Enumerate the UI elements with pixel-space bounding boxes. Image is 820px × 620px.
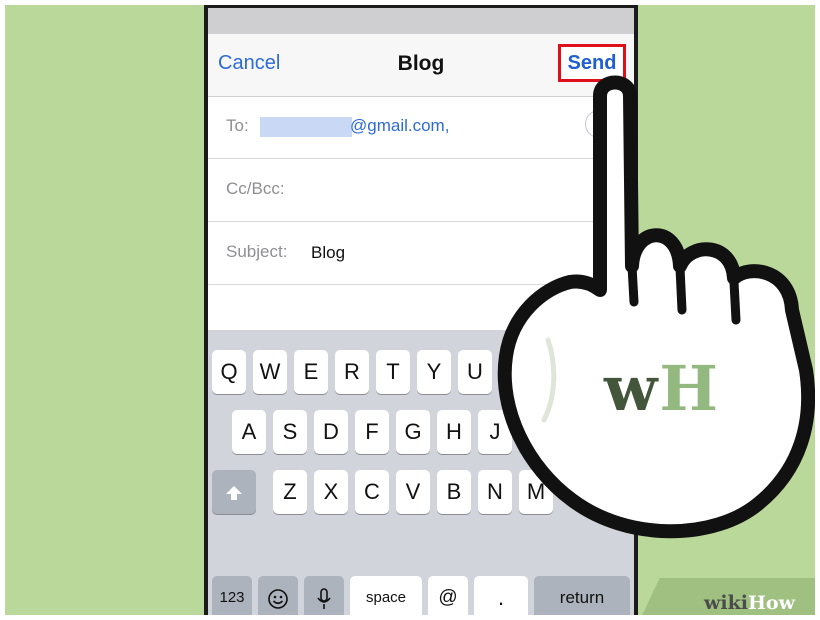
key-v[interactable]: V: [396, 470, 430, 514]
to-label: To:: [226, 116, 249, 135]
key-f[interactable]: F: [355, 410, 389, 454]
key-t[interactable]: T: [376, 350, 410, 394]
logo-w: w: [604, 352, 660, 425]
key-h[interactable]: H: [437, 410, 471, 454]
at-key[interactable]: @: [428, 576, 468, 620]
key-w[interactable]: W: [253, 350, 287, 394]
key-b[interactable]: B: [437, 470, 471, 514]
dot-key[interactable]: .: [474, 576, 528, 620]
key-u[interactable]: U: [458, 350, 492, 394]
watermark-wiki: wiki: [704, 592, 748, 614]
numbers-key[interactable]: 123: [212, 576, 252, 620]
tapping-hand-illustration: [497, 75, 816, 539]
shift-key[interactable]: [212, 470, 256, 514]
key-a[interactable]: A: [232, 410, 266, 454]
subject-value[interactable]: Blog: [311, 243, 345, 263]
subject-label: Subject:: [226, 242, 288, 261]
status-strip: [208, 8, 634, 34]
emoji-key[interactable]: [258, 576, 298, 620]
key-r[interactable]: R: [335, 350, 369, 394]
key-g[interactable]: G: [396, 410, 430, 454]
key-z[interactable]: Z: [273, 470, 307, 514]
cc-bcc-label: Cc/Bcc:: [226, 179, 285, 198]
key-s[interactable]: S: [273, 410, 307, 454]
key-e[interactable]: E: [294, 350, 328, 394]
emoji-icon: [268, 589, 288, 609]
watermark-how: How: [747, 592, 795, 614]
key-q[interactable]: Q: [212, 350, 246, 394]
mic-key[interactable]: [304, 576, 344, 620]
space-key[interactable]: space: [350, 576, 422, 620]
to-value[interactable]: @gmail.com,: [350, 116, 449, 136]
key-d[interactable]: D: [314, 410, 348, 454]
microphone-icon: [317, 588, 331, 610]
key-x[interactable]: X: [314, 470, 348, 514]
return-key[interactable]: return: [534, 576, 630, 620]
key-y[interactable]: Y: [417, 350, 451, 394]
wikihow-logo: wH: [604, 352, 720, 425]
wikihow-watermark: wikiHow: [704, 592, 795, 614]
logo-h: H: [659, 352, 720, 425]
key-c[interactable]: C: [355, 470, 389, 514]
shift-icon: [226, 486, 242, 501]
redacted-address: [260, 117, 352, 137]
